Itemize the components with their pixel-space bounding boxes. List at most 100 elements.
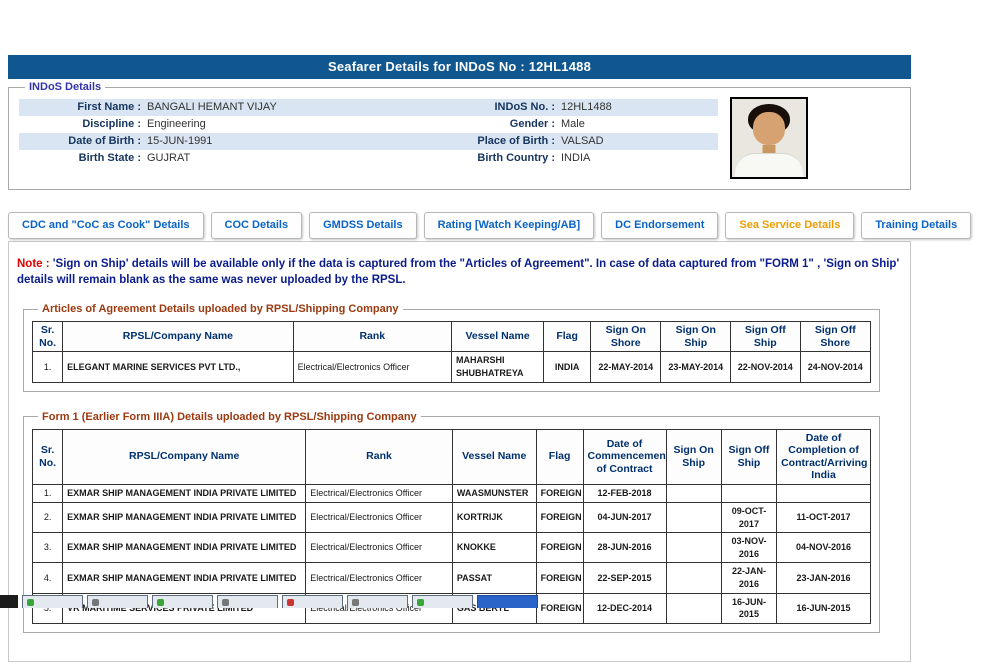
note-prefix: Note : bbox=[17, 258, 50, 270]
table-cell: ELEGANT MARINE SERVICES PVT LTD., bbox=[63, 352, 293, 382]
tabs: CDC and "CoC as Cook" Details COC Details… bbox=[8, 212, 911, 239]
table-row: 1.EXMAR SHIP MANAGEMENT INDIA PRIVATE LI… bbox=[33, 484, 871, 502]
taskbar-start-button[interactable] bbox=[0, 595, 18, 608]
table-row: 2.EXMAR SHIP MANAGEMENT INDIA PRIVATE LI… bbox=[33, 502, 871, 532]
tab-coc-details[interactable]: COC Details bbox=[211, 212, 303, 239]
field-value: Male bbox=[561, 116, 718, 133]
column-header: Sign Off Shore bbox=[800, 322, 870, 352]
column-header: Flag bbox=[536, 429, 583, 484]
field-label: First Name : bbox=[19, 99, 147, 116]
field-label: Place of Birth : bbox=[449, 133, 561, 150]
field-label: Discipline : bbox=[19, 116, 147, 133]
field-value: INDIA bbox=[561, 150, 718, 167]
table-cell: FOREIGN bbox=[536, 502, 583, 532]
detail-row: Discipline :EngineeringGender :Male bbox=[19, 116, 718, 133]
tab-training-details[interactable]: Training Details bbox=[861, 212, 971, 239]
column-header: Sr. No. bbox=[33, 322, 63, 352]
table-cell: 1. bbox=[33, 352, 63, 382]
table-cell: EXMAR SHIP MANAGEMENT INDIA PRIVATE LIMI… bbox=[63, 484, 306, 502]
column-header: Sign Off Ship bbox=[721, 429, 776, 484]
table-cell: 03-NOV-2016 bbox=[721, 533, 776, 563]
field-label: Birth Country : bbox=[449, 150, 561, 167]
articles-table: Sr. No.RPSL/Company NameRankVessel NameF… bbox=[32, 321, 871, 382]
table-cell: Electrical/Electronics Officer bbox=[306, 484, 453, 502]
table-cell: Electrical/Electronics Officer bbox=[306, 563, 453, 593]
table-cell: 3. bbox=[33, 533, 63, 563]
table-cell: KNOKKE bbox=[452, 533, 536, 563]
taskbar-item[interactable] bbox=[152, 595, 213, 608]
table-cell bbox=[777, 484, 871, 502]
taskbar-item[interactable] bbox=[282, 595, 343, 608]
field-value: VALSAD bbox=[561, 133, 718, 150]
table-cell: FOREIGN bbox=[536, 563, 583, 593]
seafarer-photo bbox=[730, 97, 808, 179]
indos-details-section: INDoS Details First Name :BANGALI HEMANT… bbox=[8, 81, 911, 190]
column-header: Sr. No. bbox=[33, 429, 63, 484]
note-body: 'Sign on Ship' details will be available… bbox=[17, 258, 899, 286]
table-cell: EXMAR SHIP MANAGEMENT INDIA PRIVATE LIMI… bbox=[63, 533, 306, 563]
table-cell: 23-JAN-2016 bbox=[777, 563, 871, 593]
table-cell bbox=[666, 533, 721, 563]
table-cell: 09-OCT-2017 bbox=[721, 502, 776, 532]
table-cell: 04-JUN-2017 bbox=[583, 502, 666, 532]
form1-header-row: Sr. No.RPSL/Company NameRankVessel NameF… bbox=[33, 429, 871, 484]
field-label: Date of Birth : bbox=[19, 133, 147, 150]
table-cell: INDIA bbox=[544, 352, 591, 382]
taskbar-item-active[interactable] bbox=[477, 595, 538, 608]
table-cell: 23-MAY-2014 bbox=[661, 352, 731, 382]
column-header: Sign Off Ship bbox=[731, 322, 801, 352]
table-cell bbox=[666, 484, 721, 502]
table-cell bbox=[666, 502, 721, 532]
tab-sea-service-details[interactable]: Sea Service Details bbox=[725, 212, 854, 239]
photo-face-shape bbox=[753, 112, 785, 145]
table-cell: 1. bbox=[33, 484, 63, 502]
detail-row: Date of Birth :15-JUN-1991Place of Birth… bbox=[19, 133, 718, 150]
taskbar bbox=[0, 595, 1003, 608]
column-header: Rank bbox=[293, 322, 451, 352]
table-cell: 11-OCT-2017 bbox=[777, 502, 871, 532]
articles-of-agreement-section: Articles of Agreement Details uploaded b… bbox=[23, 303, 880, 391]
indos-details-body: First Name :BANGALI HEMANT VIJAYINDoS No… bbox=[19, 95, 904, 179]
table-cell: EXMAR SHIP MANAGEMENT INDIA PRIVATE LIMI… bbox=[63, 502, 306, 532]
indos-details-legend: INDoS Details bbox=[25, 81, 105, 93]
detail-row: Birth State :GUJRATBirth Country :INDIA bbox=[19, 150, 718, 167]
table-cell: EXMAR SHIP MANAGEMENT INDIA PRIVATE LIMI… bbox=[63, 563, 306, 593]
form1-legend: Form 1 (Earlier Form IIIA) Details uploa… bbox=[38, 411, 421, 423]
table-row: 1.ELEGANT MARINE SERVICES PVT LTD.,Elect… bbox=[33, 352, 871, 382]
column-header: RPSL/Company Name bbox=[63, 322, 293, 352]
taskbar-item[interactable] bbox=[347, 595, 408, 608]
tab-gmdss-details[interactable]: GMDSS Details bbox=[309, 212, 416, 239]
column-header: Date of Completion of Contract/Arriving … bbox=[777, 429, 871, 484]
table-cell: FOREIGN bbox=[536, 533, 583, 563]
tab-dc-endorsement[interactable]: DC Endorsement bbox=[601, 212, 718, 239]
table-cell bbox=[666, 563, 721, 593]
page-title: Seafarer Details for INDoS No : 12HL1488 bbox=[8, 55, 911, 79]
tab-cdc-and-coc-as-cook-details[interactable]: CDC and "CoC as Cook" Details bbox=[8, 212, 204, 239]
app-icon bbox=[92, 599, 99, 606]
column-header: RPSL/Company Name bbox=[63, 429, 306, 484]
column-header: Vessel Name bbox=[452, 429, 536, 484]
indos-details-rows: First Name :BANGALI HEMANT VIJAYINDoS No… bbox=[19, 99, 718, 167]
table-cell: PASSAT bbox=[452, 563, 536, 593]
taskbar-item[interactable] bbox=[87, 595, 148, 608]
field-value: BANGALI HEMANT VIJAY bbox=[147, 99, 449, 116]
app-icon bbox=[417, 599, 424, 606]
table-cell: MAHARSHI SHUBHATREYA bbox=[451, 352, 543, 382]
column-header: Sign On Shore bbox=[591, 322, 661, 352]
field-label: INDoS No. : bbox=[449, 99, 561, 116]
table-cell: 22-NOV-2014 bbox=[731, 352, 801, 382]
table-row: 3.EXMAR SHIP MANAGEMENT INDIA PRIVATE LI… bbox=[33, 533, 871, 563]
table-cell: 4. bbox=[33, 563, 63, 593]
taskbar-item[interactable] bbox=[22, 595, 83, 608]
column-header: Flag bbox=[544, 322, 591, 352]
taskbar-item[interactable] bbox=[217, 595, 278, 608]
column-header: Vessel Name bbox=[451, 322, 543, 352]
app-icon bbox=[222, 599, 229, 606]
taskbar-item[interactable] bbox=[412, 595, 473, 608]
articles-header-row: Sr. No.RPSL/Company NameRankVessel NameF… bbox=[33, 322, 871, 352]
field-value: 15-JUN-1991 bbox=[147, 133, 449, 150]
field-value: Engineering bbox=[147, 116, 449, 133]
tab-rating-watch-keeping-ab[interactable]: Rating [Watch Keeping/AB] bbox=[424, 212, 595, 239]
column-header: Date of Commencement of Contract bbox=[583, 429, 666, 484]
field-value: 12HL1488 bbox=[561, 99, 718, 116]
